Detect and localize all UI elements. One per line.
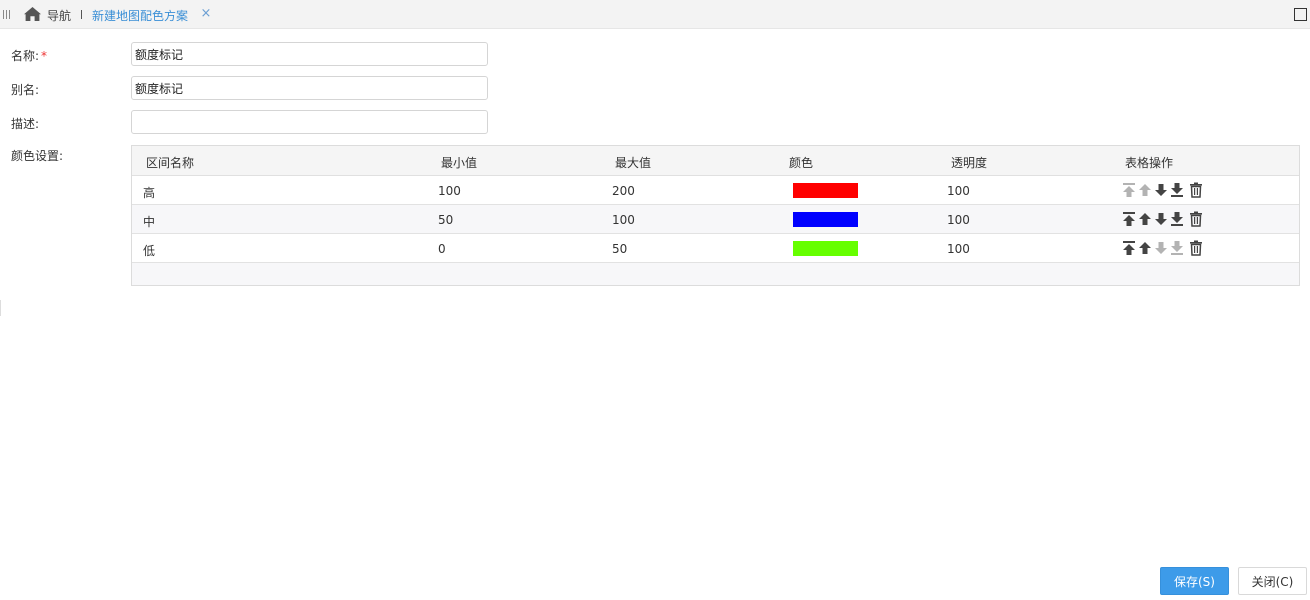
trash-icon[interactable] <box>1189 211 1203 227</box>
alias-label: 别名: <box>11 83 40 97</box>
column-header-opacity[interactable]: 透明度 <box>951 154 987 171</box>
move-bottom-icon[interactable] <box>1170 211 1184 227</box>
move-down-icon[interactable] <box>1154 211 1168 227</box>
save-button[interactable]: 保存(S) <box>1160 567 1229 595</box>
row-operations <box>1122 240 1212 256</box>
column-header-range-name[interactable]: 区间名称 <box>146 154 194 171</box>
table-header: 区间名称 最小值 最大值 颜色 透明度 表格操作 <box>132 146 1299 176</box>
color-swatch[interactable] <box>793 241 858 256</box>
opacity-cell[interactable]: 100 <box>947 242 970 256</box>
range-name-cell[interactable]: 中 <box>143 213 155 230</box>
color-settings-label: 颜色设置: <box>11 149 64 163</box>
min-value-cell[interactable]: 100 <box>438 184 461 198</box>
tab-divider <box>81 10 82 19</box>
move-top-icon[interactable] <box>1122 182 1136 198</box>
maximize-icon[interactable] <box>1294 8 1307 21</box>
drag-handle-icon[interactable] <box>3 10 10 19</box>
max-value-cell[interactable]: 50 <box>612 242 627 256</box>
move-top-icon[interactable] <box>1122 211 1136 227</box>
column-header-operations: 表格操作 <box>1125 156 1174 170</box>
table-row[interactable]: 中 50 100 100 <box>132 205 1299 234</box>
move-down-icon[interactable] <box>1154 182 1168 198</box>
color-range-table: 区间名称 最小值 最大值 颜色 透明度 表格操作 高 100 200 100 中… <box>131 145 1300 286</box>
range-name-cell[interactable]: 低 <box>143 242 155 259</box>
move-up-icon[interactable] <box>1138 211 1152 227</box>
max-value-cell[interactable]: 200 <box>612 184 635 198</box>
splitter-handle[interactable] <box>0 300 1 316</box>
column-header-color[interactable]: 颜色 <box>789 154 813 171</box>
move-bottom-icon[interactable] <box>1170 240 1184 256</box>
row-operations <box>1122 211 1212 227</box>
tab-navigation[interactable]: 导航 <box>47 7 71 24</box>
alias-field[interactable] <box>131 76 488 100</box>
row-operations <box>1122 182 1212 198</box>
name-field[interactable] <box>131 42 488 66</box>
color-swatch[interactable] <box>793 212 858 227</box>
table-row[interactable]: 高 100 200 100 <box>132 176 1299 205</box>
move-top-icon[interactable] <box>1122 240 1136 256</box>
trash-icon[interactable] <box>1189 240 1203 256</box>
required-mark: * <box>41 49 48 63</box>
move-down-icon[interactable] <box>1154 240 1168 256</box>
color-swatch[interactable] <box>793 183 858 198</box>
column-header-max[interactable]: 最大值 <box>615 154 651 171</box>
table-row[interactable]: 低 0 50 100 <box>132 234 1299 263</box>
name-label: 名称: * <box>11 47 47 64</box>
close-button[interactable]: 关闭(C) <box>1238 567 1307 595</box>
description-label: 描述: <box>11 117 40 131</box>
tab-bar: 导航 新建地图配色方案 × <box>0 0 1310 29</box>
min-value-cell[interactable]: 0 <box>438 242 446 256</box>
range-name-cell[interactable]: 高 <box>143 184 155 201</box>
trash-icon[interactable] <box>1189 182 1203 198</box>
max-value-cell[interactable]: 100 <box>612 213 635 227</box>
opacity-cell[interactable]: 100 <box>947 184 970 198</box>
column-header-min[interactable]: 最小值 <box>441 154 477 171</box>
name-label-text: 名称: <box>11 49 40 63</box>
move-bottom-icon[interactable] <box>1170 182 1184 198</box>
opacity-cell[interactable]: 100 <box>947 213 970 227</box>
move-up-icon[interactable] <box>1138 182 1152 198</box>
close-tab-icon[interactable]: × <box>200 7 212 21</box>
home-icon[interactable] <box>24 7 41 21</box>
tab-new-map-color-scheme[interactable]: 新建地图配色方案 <box>92 7 188 24</box>
description-field[interactable] <box>131 110 488 134</box>
min-value-cell[interactable]: 50 <box>438 213 453 227</box>
move-up-icon[interactable] <box>1138 240 1152 256</box>
